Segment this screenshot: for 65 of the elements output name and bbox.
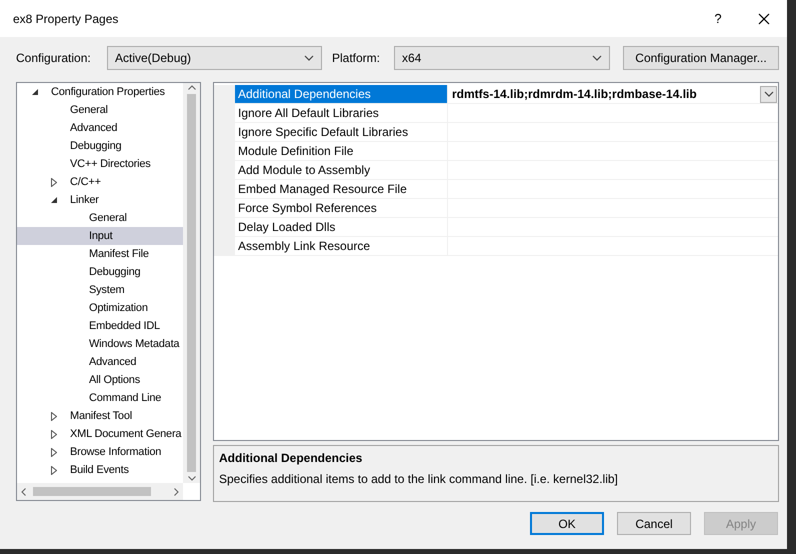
tree-item[interactable]: General xyxy=(17,101,183,119)
tree-item[interactable]: General xyxy=(17,209,183,227)
close-icon xyxy=(758,12,770,24)
tree-item[interactable]: Windows Metadata xyxy=(17,335,183,353)
tree-item[interactable]: Optimization xyxy=(17,299,183,317)
collapsed-arrow-icon[interactable] xyxy=(51,448,57,456)
row-header xyxy=(214,237,235,256)
tree-item[interactable]: All Options xyxy=(17,371,183,389)
configuration-manager-button[interactable]: Configuration Manager... xyxy=(623,46,779,70)
tree-item[interactable]: Debugging xyxy=(17,137,183,155)
help-button[interactable]: ? xyxy=(695,0,741,37)
property-name[interactable]: Add Module to Assembly xyxy=(235,161,448,180)
property-value[interactable]: rdmtfs-14.lib;rdmrdm-14.lib;rdmbase-14.lib xyxy=(448,85,778,104)
chevron-down-icon xyxy=(592,55,602,61)
property-name[interactable]: Assembly Link Resource xyxy=(235,237,448,256)
tree-item[interactable]: XML Document Genera xyxy=(17,425,183,443)
property-name[interactable]: Ignore Specific Default Libraries xyxy=(235,123,448,142)
tree-item[interactable]: C/C++ xyxy=(17,173,183,191)
scroll-right-icon[interactable] xyxy=(174,488,179,496)
property-name[interactable]: Embed Managed Resource File xyxy=(235,180,448,199)
chevron-down-icon xyxy=(304,55,314,61)
scroll-up-icon[interactable] xyxy=(188,85,196,90)
configuration-label: Configuration: xyxy=(16,50,92,67)
scroll-thumb[interactable] xyxy=(187,94,196,472)
tree-item[interactable]: Configuration Properties xyxy=(17,83,183,101)
tree-item[interactable]: VC++ Directories xyxy=(17,155,183,173)
chevron-down-icon xyxy=(764,91,774,97)
scroll-down-icon[interactable] xyxy=(188,476,196,481)
tree-item[interactable]: Debugging xyxy=(17,263,183,281)
tree-item[interactable]: Embedded IDL xyxy=(17,317,183,335)
scroll-left-icon[interactable] xyxy=(21,488,26,496)
dialog-button[interactable]: Cancel xyxy=(617,512,691,535)
dropdown[interactable]: x64 xyxy=(394,46,610,70)
tree-item[interactable]: Advanced xyxy=(17,119,183,137)
window-title: ex8 Property Pages xyxy=(13,10,120,28)
dropdown[interactable]: Active(Debug) xyxy=(107,46,322,70)
expanded-arrow-icon[interactable] xyxy=(32,88,39,96)
horizontal-scrollbar[interactable] xyxy=(17,483,183,500)
tree-item[interactable]: Build Events xyxy=(17,461,183,479)
property-name[interactable]: Additional Dependencies xyxy=(235,85,448,104)
collapsed-arrow-icon[interactable] xyxy=(51,178,57,186)
tree-item[interactable]: Manifest Tool xyxy=(17,407,183,425)
description-text: Specifies additional items to add to the link command line. [i.e. kernel32.lib] xyxy=(219,471,619,488)
property-name[interactable]: Force Symbol References xyxy=(235,199,448,218)
property-name[interactable]: Module Definition File xyxy=(235,142,448,161)
collapsed-arrow-icon[interactable] xyxy=(51,412,57,420)
platform-label: Platform: xyxy=(332,50,382,67)
collapsed-arrow-icon[interactable] xyxy=(51,466,57,474)
vertical-scrollbar[interactable] xyxy=(183,83,200,483)
expanded-arrow-icon[interactable] xyxy=(51,196,58,204)
collapsed-arrow-icon[interactable] xyxy=(51,430,57,438)
row-header xyxy=(214,85,235,104)
property-name[interactable]: Ignore All Default Libraries xyxy=(235,104,448,123)
dialog-button[interactable]: OK xyxy=(530,512,604,535)
dropdown-button[interactable] xyxy=(760,86,777,102)
tree-item[interactable]: Manifest File xyxy=(17,245,183,263)
tree-item[interactable]: System xyxy=(17,281,183,299)
tree-item[interactable]: Linker xyxy=(17,191,183,209)
description-title: Additional Dependencies xyxy=(219,450,364,467)
tree-item[interactable]: Browse Information xyxy=(17,443,183,461)
scroll-thumb[interactable] xyxy=(33,487,151,496)
property-name[interactable]: Delay Loaded Dlls xyxy=(235,218,448,237)
tree-item[interactable]: Input xyxy=(17,227,183,245)
tree-item[interactable]: Advanced xyxy=(17,353,183,371)
tree-item[interactable]: Command Line xyxy=(17,389,183,407)
